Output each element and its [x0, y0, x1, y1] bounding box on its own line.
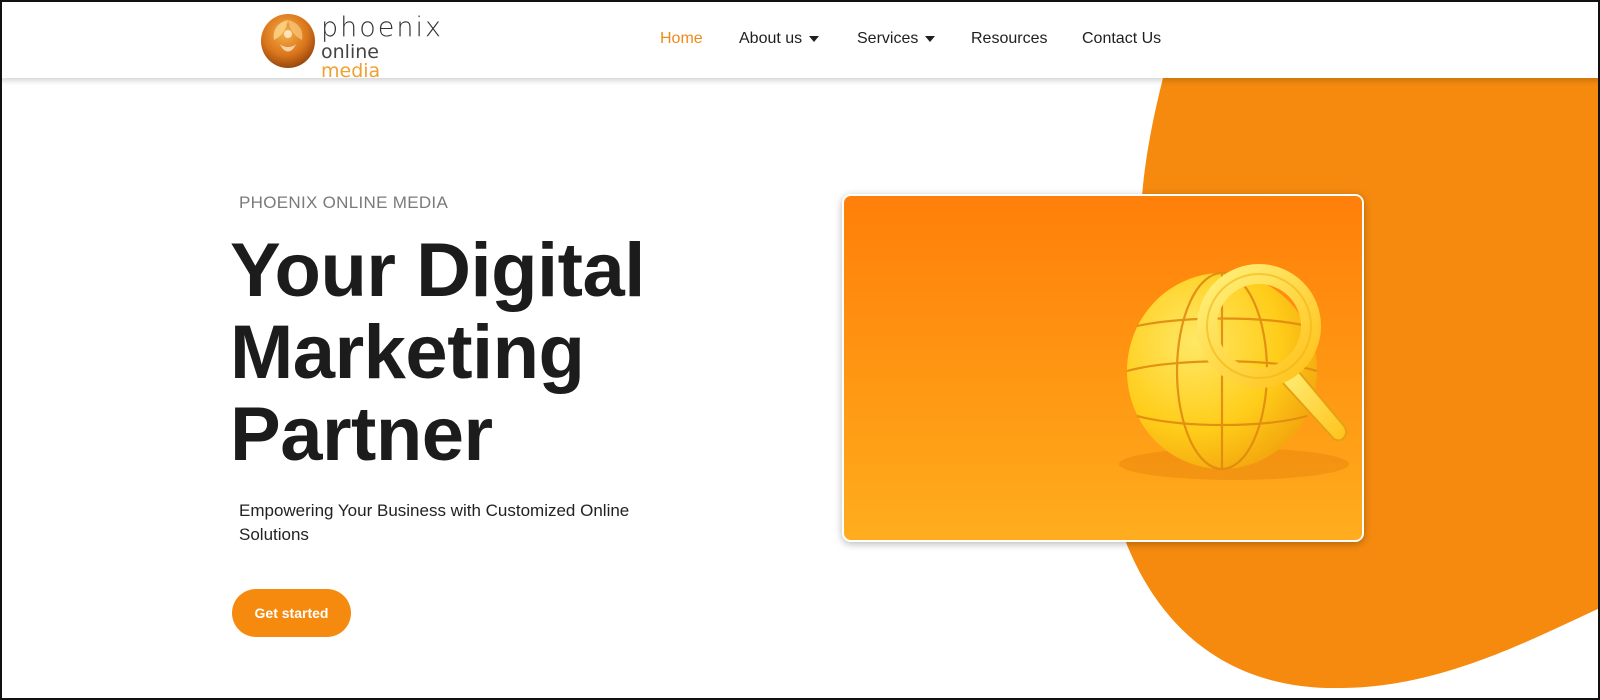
- nav-item-resources[interactable]: Resources: [971, 30, 1047, 48]
- hero-subtext: Empowering Your Business with Customized…: [239, 501, 630, 544]
- nav-item-home[interactable]: Home: [660, 30, 703, 48]
- site-header: phoenix online media Home About us Servi…: [0, 0, 1600, 81]
- nav-item-about-us[interactable]: About us: [739, 30, 820, 48]
- nav-item-label: Home: [660, 30, 703, 47]
- hero-image: [842, 194, 1364, 542]
- logo-wordmark-online-media: online media: [321, 41, 381, 82]
- hero-eyebrow: PHOENIX ONLINE MEDIA: [239, 193, 449, 212]
- headline-line-3: Partner: [230, 392, 493, 477]
- phoenix-bird-icon: [261, 14, 315, 68]
- brand-logo[interactable]: phoenix online media: [258, 10, 441, 81]
- caret-down-icon: [925, 35, 936, 42]
- nav-item-label: Contact Us: [1082, 30, 1162, 47]
- caret-down-icon: [809, 35, 820, 42]
- nav-item-services[interactable]: Services: [857, 30, 936, 48]
- hero-headline: Your Digital Marketing Partner: [230, 230, 750, 476]
- globe-magnifier-icon: [844, 196, 1362, 540]
- nav-item-contact-us[interactable]: Contact Us: [1082, 30, 1161, 48]
- headline-line-1: Your Digital: [230, 228, 645, 313]
- nav-item-label: Resources: [971, 30, 1048, 47]
- nav-item-label: Services: [857, 30, 919, 47]
- nav-item-label: About us: [739, 30, 803, 47]
- get-started-button[interactable]: Get started: [232, 589, 351, 637]
- logo-wordmark-phoenix: phoenix: [321, 12, 443, 43]
- headline-line-2: Marketing: [230, 310, 585, 395]
